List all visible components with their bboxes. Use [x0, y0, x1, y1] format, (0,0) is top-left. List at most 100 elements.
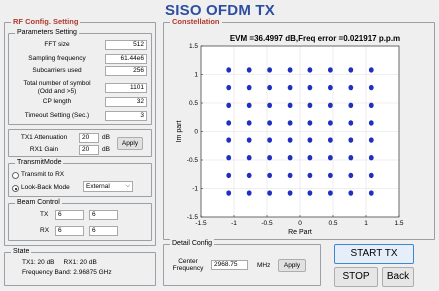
x-tick-label: 1.5 [394, 220, 403, 227]
x-tick-label: -1 [231, 220, 237, 227]
y-tick-label: 1 [194, 72, 198, 79]
constellation-point [368, 190, 374, 196]
constellation-point [327, 102, 333, 108]
beam-tx-field-1[interactable]: 6 [55, 210, 84, 220]
center-frequency-sublabel: Frequency [172, 265, 204, 272]
x-tick-label: 1 [364, 220, 368, 227]
constellation-point [368, 137, 374, 143]
constellation-point [287, 102, 293, 108]
start-tx-button[interactable]: START TX [334, 244, 414, 264]
loopback-mode-radio[interactable] [12, 185, 19, 192]
constellation-point [348, 67, 354, 73]
beam-control-title: Beam Control [15, 198, 62, 208]
app-window: SISO OFDM TX RF Config. Setting Paramete… [0, 0, 439, 291]
constellation-point [287, 84, 293, 91]
loopback-select-value: External [86, 183, 110, 190]
constellation-point [226, 84, 232, 91]
constellation-point [348, 155, 354, 161]
total-symbols-field[interactable]: 1101 [105, 83, 147, 93]
state-gain-text: TX1: 20 dB RX1: 20 dB [22, 259, 97, 266]
x-tick-label: 0.5 [328, 220, 337, 227]
constellation-point [246, 84, 252, 91]
x-axis-label: Re Part [288, 229, 312, 236]
beam-tx-field-2[interactable]: 6 [89, 210, 118, 220]
loopback-select[interactable]: External ⌵ [83, 181, 133, 192]
timeout-setting-label: Timeout Setting (Sec.) [24, 112, 90, 119]
constellation-chart: -1.5 -1 -0.5 0 0.5 1 1.5-1.5-1-0.500.511.5Re P… [176, 43, 404, 236]
constellation-point [327, 155, 333, 161]
subcarriers-used-label: Subcarriers used [32, 67, 82, 74]
beam-rx-field-1[interactable]: 6 [55, 226, 84, 236]
constellation-point [307, 137, 313, 143]
center-frequency-field[interactable]: 2968.75 [211, 260, 248, 270]
constellation-point [267, 172, 273, 179]
rx1-unit-label: dB [102, 146, 110, 153]
constellation-point [368, 84, 374, 91]
constellation-point [368, 120, 374, 126]
y-tick-label: -1 [192, 186, 198, 193]
y-axis-label: Im part [176, 121, 183, 143]
constellation-point [307, 172, 313, 179]
constellation-point [267, 190, 273, 196]
y-tick-label: 0.5 [189, 100, 198, 107]
constellation-point [287, 120, 293, 126]
constellation-point [368, 67, 374, 73]
parameters-title: Parameters Setting [15, 28, 79, 38]
constellation-point [307, 190, 313, 196]
constellation-point [327, 120, 333, 126]
constellation-point [226, 67, 232, 73]
detail-config-title: Detail Config [170, 239, 215, 249]
constellation-point [287, 155, 293, 161]
constellation-point [327, 172, 333, 179]
y-tick-label: 1.5 [189, 43, 198, 50]
tx1-attenuation-field[interactable]: 20 [79, 133, 99, 143]
constellation-point [348, 84, 354, 91]
constellation-point [226, 190, 232, 196]
detail-apply-button[interactable]: Apply [278, 259, 306, 272]
tx1-attenuation-label: TX1 Attenuation [20, 134, 68, 141]
constellation-point [226, 137, 232, 143]
x-tick-label: -0.5 [261, 220, 273, 227]
constellation-point [348, 120, 354, 126]
rx1-gain-label: RX1 Gain [29, 146, 59, 153]
subcarriers-used-field[interactable]: 256 [105, 66, 147, 76]
constellation-point [246, 190, 252, 196]
rx1-gain-field[interactable]: 20 [79, 145, 99, 155]
total-symbols-sublabel: (Odd and >5) [37, 88, 77, 95]
beam-rx-label: RX [40, 227, 50, 234]
constellation-point [267, 102, 273, 108]
y-tick-label: 0 [194, 129, 198, 136]
constellation-point [307, 120, 313, 126]
constellation-point [307, 102, 313, 108]
timeout-setting-field[interactable]: 3 [105, 111, 147, 121]
constellation-point [226, 172, 232, 179]
center-frequency-unit: MHz [257, 262, 271, 269]
cp-length-field[interactable]: 32 [105, 97, 147, 107]
constellation-point [267, 137, 273, 143]
constellation-point [307, 84, 313, 91]
x-tick-label: 0 [298, 220, 302, 227]
constellation-point [287, 137, 293, 143]
constellation-point [246, 102, 252, 108]
sampling-frequency-field[interactable]: 61.44e6 [105, 54, 147, 64]
fft-size-field[interactable]: 512 [105, 40, 147, 50]
beam-tx-label: TX [40, 211, 49, 218]
constellation-point [246, 137, 252, 143]
constellation-plot: -1.5 -1 -0.5 0 0.5 1 1.5 -1.5 -1 -0.5 0 0.5 1 1.5 Re P… [163, 22, 435, 240]
gain-apply-button[interactable]: Apply [117, 137, 143, 150]
constellation-point [348, 102, 354, 108]
constellation-point [368, 172, 374, 179]
transmit-to-rx-radio[interactable] [12, 172, 19, 179]
constellation-point [348, 190, 354, 196]
rf-config-title: RF Config. Setting [11, 17, 81, 27]
constellation-point [327, 190, 333, 196]
constellation-point [267, 120, 273, 126]
constellation-point [307, 67, 313, 73]
back-button[interactable]: Back [382, 267, 414, 287]
transmit-to-rx-label[interactable]: Transmit to RX [21, 171, 64, 179]
stop-button[interactable]: STOP [334, 267, 378, 287]
total-symbols-label: Total number of symbol [23, 80, 91, 87]
constellation-point [368, 155, 374, 161]
beam-rx-field-2[interactable]: 6 [89, 226, 118, 236]
loopback-mode-label[interactable]: Look-Back Mode [21, 184, 70, 192]
